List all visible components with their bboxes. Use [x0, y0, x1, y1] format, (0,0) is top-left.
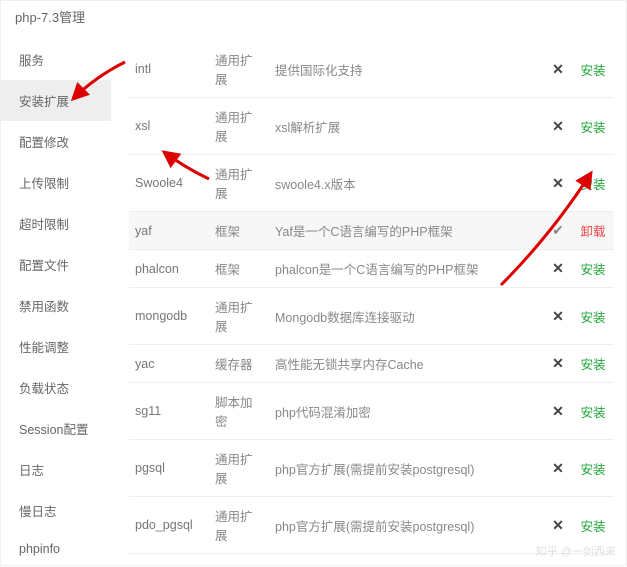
table-row: yaf框架Yaf是一个C语言编写的PHP框架✔ 卸载: [129, 212, 614, 250]
ext-type: 通用扩展: [209, 554, 269, 566]
sidebar-item[interactable]: 安装扩展: [1, 80, 111, 121]
ext-name: readline: [129, 554, 209, 566]
ext-type: 通用扩展: [209, 155, 269, 212]
ext-name: mongodb: [129, 288, 209, 345]
sidebar-item[interactable]: phpinfo: [1, 531, 111, 567]
ext-type: 脚本加密: [209, 383, 269, 440]
sidebar-item[interactable]: 超时限制: [1, 203, 111, 244]
table-row: Swoole4通用扩展swoole4.x版本✕ 安装: [129, 155, 614, 212]
ext-desc: php官方扩展(需提前安装postgresql): [269, 497, 544, 554]
install-button[interactable]: 安装: [580, 311, 605, 325]
extensions-table: intl通用扩展提供国际化支持✕安装xsl通用扩展xsl解析扩展✕安装Swool…: [129, 41, 614, 565]
close-icon: ✕: [544, 250, 572, 288]
install-button[interactable]: 安装: [580, 64, 605, 78]
ext-desc: 高性能无锁共享内存Cache: [269, 345, 544, 383]
ext-name: sg11: [129, 383, 209, 440]
sidebar-item[interactable]: 日志: [1, 449, 111, 490]
ext-desc: php官方扩展(需提前安装postgresql): [269, 440, 544, 497]
close-icon: ✕: [544, 155, 572, 212]
ext-type: 通用扩展: [209, 440, 269, 497]
table-row: intl通用扩展提供国际化支持✕ 安装: [129, 41, 614, 98]
install-button[interactable]: 安装: [580, 178, 605, 192]
ext-type: 通用扩展: [209, 98, 269, 155]
close-icon: ✕: [544, 98, 572, 155]
sidebar-item[interactable]: 服务: [1, 39, 111, 80]
sidebar-item[interactable]: 性能调整: [1, 326, 111, 367]
ext-name: Swoole4: [129, 155, 209, 212]
install-button[interactable]: 安装: [580, 406, 605, 420]
ext-desc: php官方扩展: [269, 554, 544, 566]
close-icon: ✕: [544, 383, 572, 440]
sidebar-item[interactable]: 上传限制: [1, 162, 111, 203]
sidebar-item[interactable]: 慢日志: [1, 490, 111, 531]
ext-desc: phalcon是一个C语言编写的PHP框架: [269, 250, 544, 288]
watermark: 知乎 @一剑西来: [536, 543, 616, 559]
window-title: php-7.3管理: [1, 1, 626, 33]
close-icon: ✕: [544, 440, 572, 497]
ext-desc: php代码混淆加密: [269, 383, 544, 440]
main-panel: intl通用扩展提供国际化支持✕安装xsl通用扩展xsl解析扩展✕安装Swool…: [111, 1, 626, 565]
sidebar-item[interactable]: 禁用函数: [1, 285, 111, 326]
ext-name: phalcon: [129, 250, 209, 288]
sidebar-item[interactable]: Session配置: [1, 408, 111, 449]
table-row: phalcon框架phalcon是一个C语言编写的PHP框架✕ 安装: [129, 250, 614, 288]
ext-desc: Yaf是一个C语言编写的PHP框架: [269, 212, 544, 250]
ext-desc: 提供国际化支持: [269, 41, 544, 98]
ext-name: yaf: [129, 212, 209, 250]
sidebar-item[interactable]: 负载状态: [1, 367, 111, 408]
ext-name: pdo_pgsql: [129, 497, 209, 554]
ext-type: 通用扩展: [209, 497, 269, 554]
ext-name: pgsql: [129, 440, 209, 497]
ext-type: 框架: [209, 250, 269, 288]
ext-type: 缓存器: [209, 345, 269, 383]
ext-name: xsl: [129, 98, 209, 155]
sidebar-item[interactable]: 配置修改: [1, 121, 111, 162]
close-icon: ✕: [544, 41, 572, 98]
sidebar-item[interactable]: 配置文件: [1, 244, 111, 285]
table-row: xsl通用扩展xsl解析扩展✕ 安装: [129, 98, 614, 155]
install-button[interactable]: 安装: [580, 263, 605, 277]
ext-desc: xsl解析扩展: [269, 98, 544, 155]
close-icon: ✕: [544, 288, 572, 345]
ext-name: yac: [129, 345, 209, 383]
ext-desc: Mongodb数据库连接驱动: [269, 288, 544, 345]
sidebar: 服务安装扩展配置修改上传限制超时限制配置文件禁用函数性能调整负载状态Sessio…: [1, 1, 111, 565]
install-button[interactable]: 安装: [580, 463, 605, 477]
check-icon: ✔: [544, 212, 572, 250]
ext-type: 框架: [209, 212, 269, 250]
table-row: mongodb通用扩展Mongodb数据库连接驱动✕ 安装: [129, 288, 614, 345]
install-button[interactable]: 安装: [580, 358, 605, 372]
ext-name: intl: [129, 41, 209, 98]
uninstall-button[interactable]: 卸载: [580, 225, 605, 239]
ext-type: 通用扩展: [209, 41, 269, 98]
table-row: pgsql通用扩展php官方扩展(需提前安装postgresql)✕ 安装: [129, 440, 614, 497]
table-row: yac缓存器高性能无锁共享内存Cache✕ 安装: [129, 345, 614, 383]
table-row: sg11脚本加密php代码混淆加密✕ 安装: [129, 383, 614, 440]
close-icon: ✕: [544, 345, 572, 383]
ext-desc: swoole4.x版本: [269, 155, 544, 212]
install-button[interactable]: 安装: [580, 121, 605, 135]
install-button[interactable]: 安装: [580, 520, 605, 534]
ext-type: 通用扩展: [209, 288, 269, 345]
